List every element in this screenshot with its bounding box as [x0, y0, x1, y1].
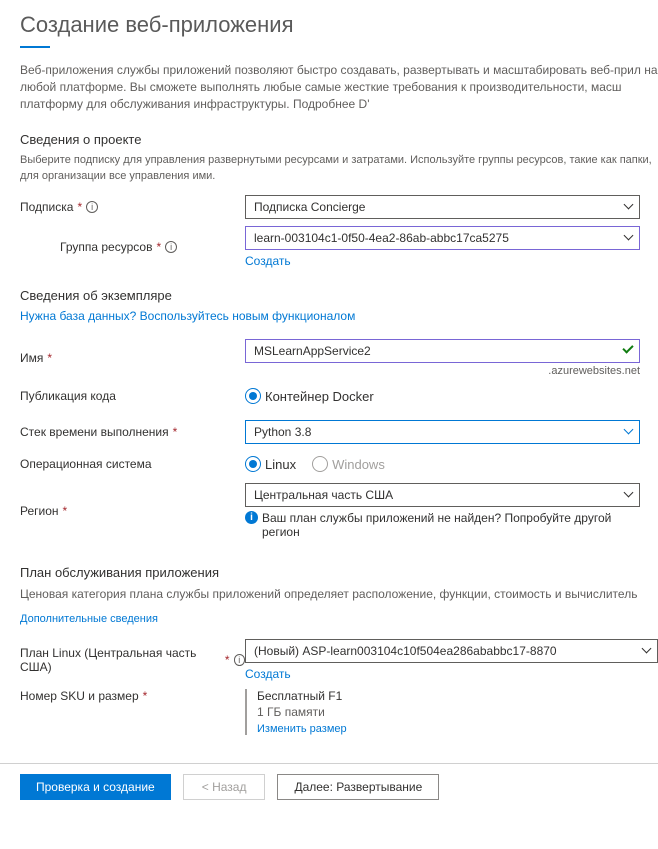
need-db-link[interactable]: Нужна база данных? Воспользуйтесь новым …	[20, 309, 658, 323]
active-tab-underline	[20, 46, 50, 48]
change-size-link[interactable]: Изменить размер	[257, 723, 640, 735]
check-icon	[622, 343, 633, 354]
sku-block: Бесплатный F1 1 ГБ памяти Изменить разме…	[245, 689, 640, 735]
linux-plan-select[interactable]: (Новый) ASP-learn003104c10f504ea286ababb…	[245, 639, 658, 663]
section-instance: Сведения об экземпляре	[20, 288, 658, 303]
info-icon: i	[245, 511, 258, 524]
region-select[interactable]: Центральная часть США	[245, 483, 640, 507]
radio-docker-container[interactable]: Контейнер Docker	[245, 388, 374, 404]
info-icon[interactable]: i	[86, 201, 98, 213]
label-runtime-stack: Стек времени выполнения *	[20, 425, 245, 439]
plan-desc: Ценовая категория плана службы приложени…	[20, 586, 658, 603]
label-resource-group: Группа ресурсов* i	[20, 240, 245, 254]
label-sku: Номер SKU и размер*	[20, 689, 245, 703]
info-icon[interactable]: i	[234, 654, 246, 666]
info-icon[interactable]: i	[165, 241, 177, 253]
chevron-down-icon	[625, 491, 633, 499]
subscription-select[interactable]: Подписка Concierge	[245, 195, 640, 219]
next-button[interactable]: Далее: Развертывание	[277, 774, 439, 800]
plan-not-found-info: i Ваш план службы приложений не найден? …	[245, 511, 640, 539]
domain-suffix: .azurewebsites.net	[245, 365, 640, 377]
label-subscription: Подписка* i	[20, 200, 245, 214]
runtime-stack-select[interactable]: Python 3.8	[245, 420, 640, 444]
create-resource-group-link[interactable]: Создать	[245, 254, 640, 268]
back-button: Назад	[183, 774, 266, 800]
label-region: Регион*	[20, 504, 245, 518]
resource-group-select[interactable]: learn-003104c1-0f50-4ea2-86ab-abbc17ca52…	[245, 226, 640, 250]
footer-divider	[0, 763, 658, 764]
section-project: Сведения о проекте	[20, 132, 658, 147]
label-publish: Публикация кода	[20, 389, 245, 403]
radio-windows: Windows	[312, 456, 385, 472]
label-linux-plan: План Linux (Центральная часть США) * i	[20, 646, 245, 674]
project-desc: Выберите подписку для управления разверн…	[20, 153, 658, 184]
intro-text: Веб-приложения службы приложений позволя…	[20, 62, 658, 112]
chevron-down-icon	[625, 234, 633, 242]
name-input[interactable]: MSLearnAppService2	[245, 339, 640, 363]
section-app-plan: План обслуживания приложения	[20, 565, 658, 580]
label-name: Имя *	[20, 351, 245, 365]
chevron-down-icon	[625, 428, 633, 436]
chevron-down-icon	[643, 647, 651, 655]
review-create-button[interactable]: Проверка и создание	[20, 774, 171, 800]
create-plan-link[interactable]: Создать	[245, 667, 658, 681]
page-title: Создание веб-приложения	[20, 0, 658, 46]
chevron-down-icon	[625, 203, 633, 211]
radio-linux[interactable]: Linux	[245, 456, 296, 472]
label-os: Операционная система	[20, 457, 245, 471]
sku-name: Бесплатный F1	[257, 689, 640, 703]
sku-memory: 1 ГБ памяти	[257, 705, 640, 719]
plan-details-link[interactable]: Дополнительные сведения	[20, 613, 658, 625]
